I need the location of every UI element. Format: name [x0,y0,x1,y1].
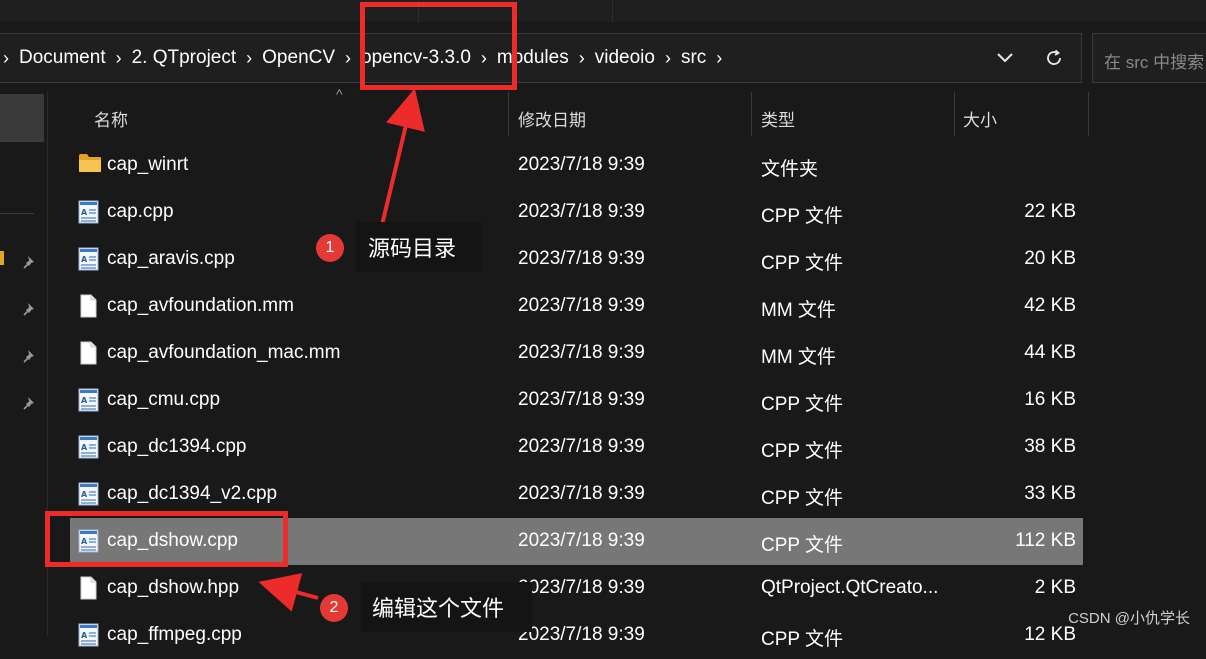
callout-number-badge: 2 [320,594,348,622]
watermark: CSDN @小仇学长 [1068,610,1190,627]
callout-source-dir: 源码目录 [356,222,482,272]
callout-text: 源码目录 [368,236,457,261]
callout-number-badge: 1 [316,234,344,262]
arrow-to-file [258,573,319,612]
highlight-box-source-dir [360,2,517,90]
callout-text: 编辑这个文件 [372,596,505,621]
callout-edit-file: 编辑这个文件 [362,582,532,632]
highlight-box-file [45,511,288,567]
arrow-to-source-dir [380,88,425,226]
